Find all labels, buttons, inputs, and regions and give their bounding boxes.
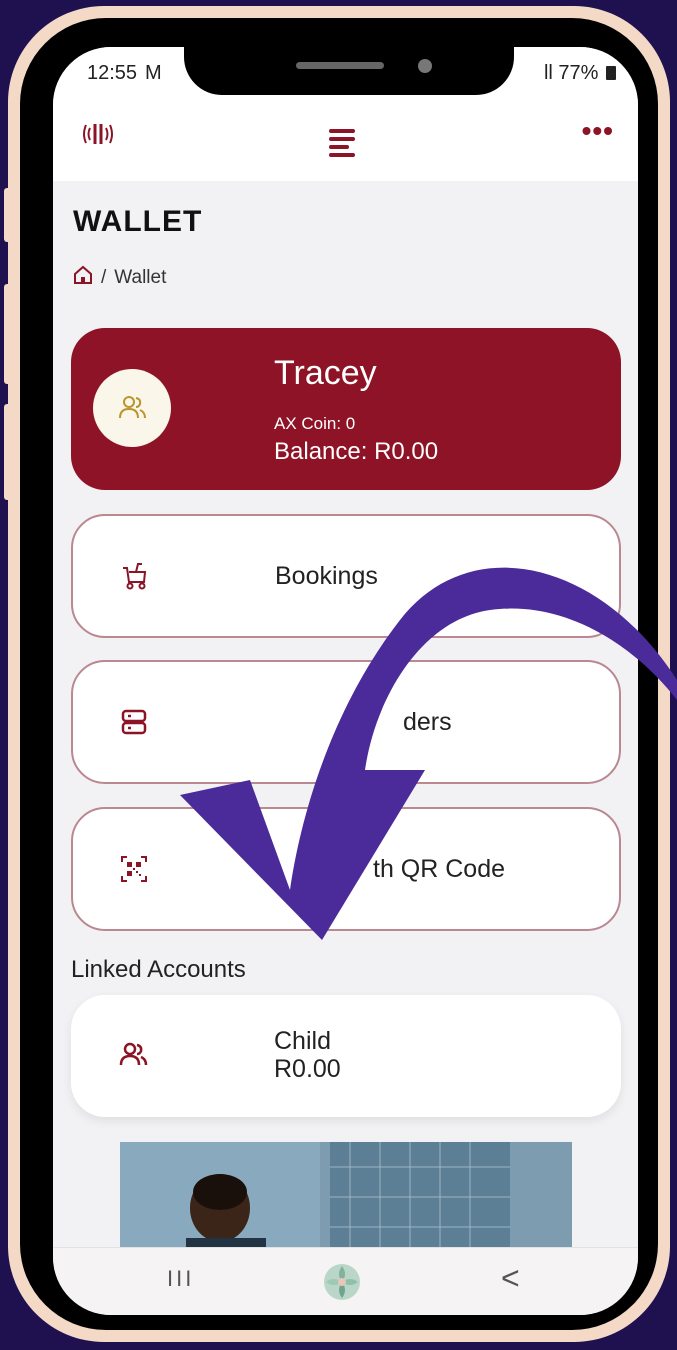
linked-accounts-heading: Linked Accounts	[71, 956, 246, 983]
menu-item-bookings[interactable]: Bookings	[71, 514, 621, 638]
linked-account-balance: R0.00	[274, 1055, 341, 1083]
home-icon[interactable]	[73, 265, 93, 291]
linked-account-name: Child	[274, 1027, 331, 1055]
wallet-balance: Balance: R0.00	[274, 438, 439, 465]
breadcrumb-separator: /	[101, 267, 107, 288]
page-title: WALLET	[73, 205, 203, 238]
wallet-coin: AX Coin: 0	[274, 414, 356, 433]
wallet-holder-name: Tracey	[274, 354, 377, 392]
status-left-icons: M	[145, 62, 162, 84]
phone-screen: 12:55 M ll 77% ••• WALLET / Wallet Trace…	[53, 47, 638, 1315]
signal-battery-text: ll 77%	[543, 62, 599, 84]
home-button-icon[interactable]	[318, 1258, 366, 1306]
menu-item-label: ders	[403, 708, 452, 736]
battery-icon	[606, 66, 616, 80]
menu-item-qr-code[interactable]: th QR Code	[71, 807, 621, 931]
breadcrumb-current[interactable]: Wallet	[114, 267, 166, 289]
linked-account-card[interactable]: Child R0.00	[71, 995, 621, 1117]
breadcrumb: / Wallet	[73, 265, 166, 291]
camera-notch	[184, 47, 514, 95]
more-dots-icon[interactable]: •••	[582, 115, 614, 147]
menu-item-label: th QR Code	[373, 855, 506, 883]
front-camera	[418, 59, 432, 73]
app-bar: •••	[53, 99, 638, 181]
menu-lines-icon[interactable]	[329, 129, 355, 161]
promo-image	[120, 1142, 572, 1254]
menu-item-label: Bookings	[275, 562, 378, 590]
nfc-waves-icon[interactable]	[81, 119, 115, 155]
status-time: 12:55	[87, 62, 138, 84]
users-icon	[115, 1037, 151, 1073]
server-icon	[117, 705, 151, 739]
qr-code-icon	[117, 852, 151, 886]
menu-item-orders[interactable]: ders	[71, 660, 621, 784]
status-signal-battery: ll 77%	[544, 62, 616, 85]
wallet-balance-card[interactable]: Tracey AX Coin: 0 Balance: R0.00	[71, 328, 621, 490]
recent-apps-icon[interactable]: III	[167, 1266, 194, 1292]
android-nav-bar: III <	[53, 1247, 638, 1315]
stroller-icon	[117, 559, 151, 593]
speaker-grille	[296, 62, 384, 69]
back-chevron-icon[interactable]: <	[501, 1260, 520, 1297]
users-icon	[93, 369, 171, 447]
